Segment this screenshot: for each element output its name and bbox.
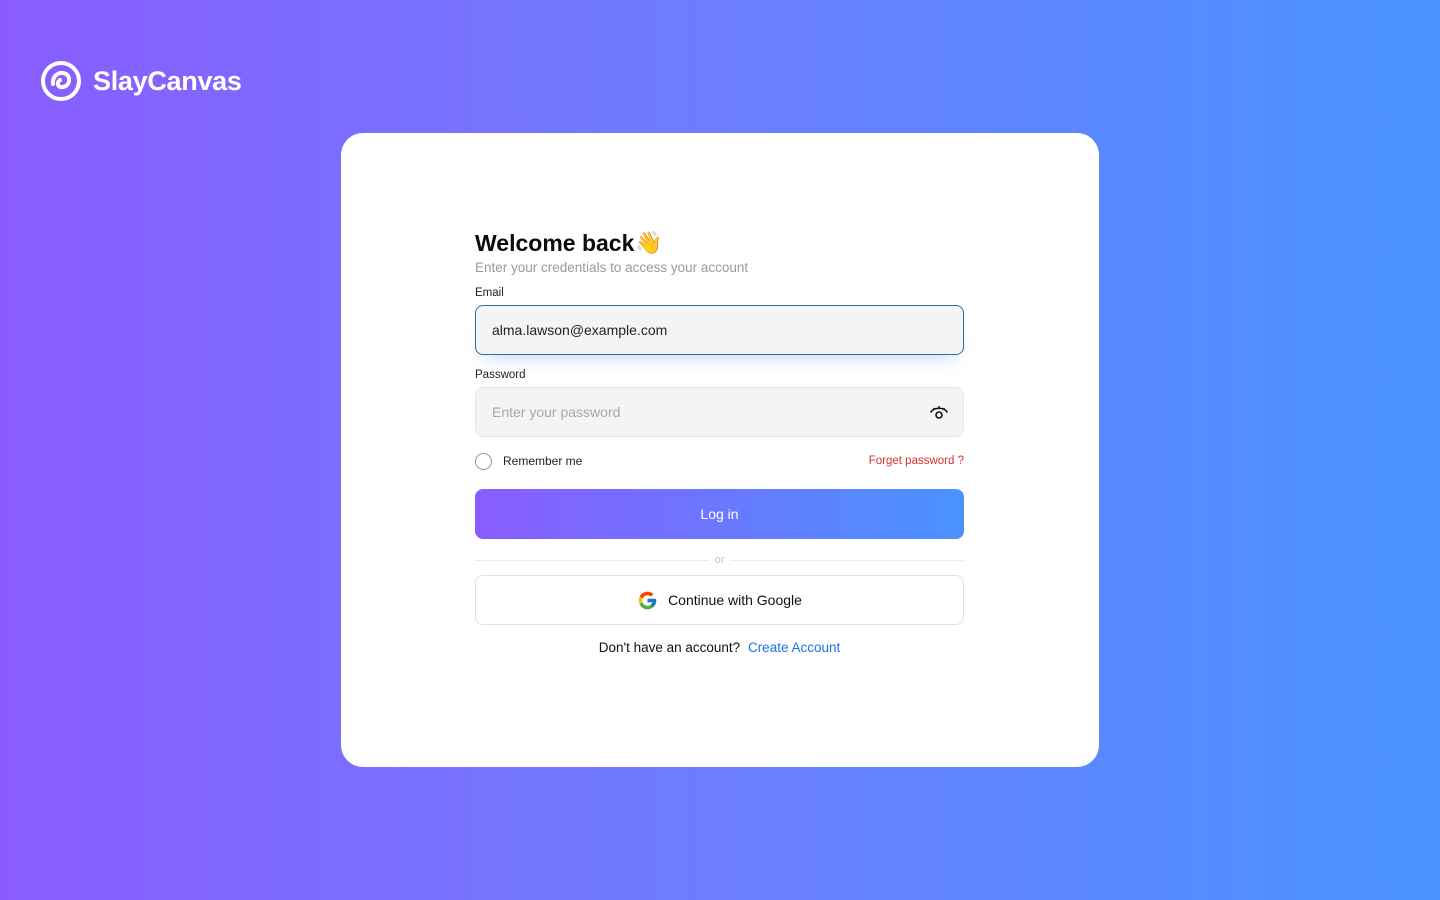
google-button-label: Continue with Google — [668, 592, 802, 608]
login-button[interactable]: Log in — [475, 489, 964, 539]
or-divider: or — [475, 553, 964, 567]
slaycanvas-logo-icon — [41, 61, 81, 101]
forgot-password-link[interactable]: Forget password ? — [869, 455, 964, 467]
email-field[interactable] — [490, 321, 949, 339]
divider-line-left — [475, 559, 709, 561]
page-subtitle: Enter your credentials to access your ac… — [475, 260, 749, 275]
email-label: Email — [475, 287, 504, 299]
login-form: Welcome back 👋 Enter your credentials to… — [475, 228, 964, 655]
brand-name: SlayCanvas — [93, 65, 242, 96]
options-row: Remember me Forget password ? — [475, 451, 964, 471]
remember-me-radio[interactable] — [475, 452, 492, 470]
password-field-wrapper — [475, 387, 964, 437]
remember-me-label: Remember me — [503, 454, 583, 468]
waving-hand-icon: 👋 — [635, 230, 663, 255]
signup-prompt: Don't have an account? Create Account — [475, 640, 964, 655]
login-card: Welcome back 👋 Enter your credentials to… — [341, 133, 1099, 767]
remember-me-option[interactable]: Remember me — [475, 452, 583, 470]
google-icon — [638, 591, 657, 609]
signup-text: Don't have an account? — [598, 640, 741, 655]
brand: SlayCanvas — [40, 60, 242, 102]
password-field[interactable] — [490, 403, 949, 421]
divider-text: or — [714, 554, 725, 566]
password-label: Password — [475, 369, 526, 381]
page-title: Welcome back 👋 — [475, 228, 964, 258]
eye-icon[interactable] — [929, 403, 949, 423]
divider-line-right — [730, 559, 964, 561]
google-signin-button[interactable]: Continue with Google — [475, 575, 964, 625]
email-field-wrapper — [475, 305, 964, 355]
create-account-link[interactable]: Create Account — [748, 640, 840, 655]
title-text: Welcome back — [475, 230, 635, 256]
